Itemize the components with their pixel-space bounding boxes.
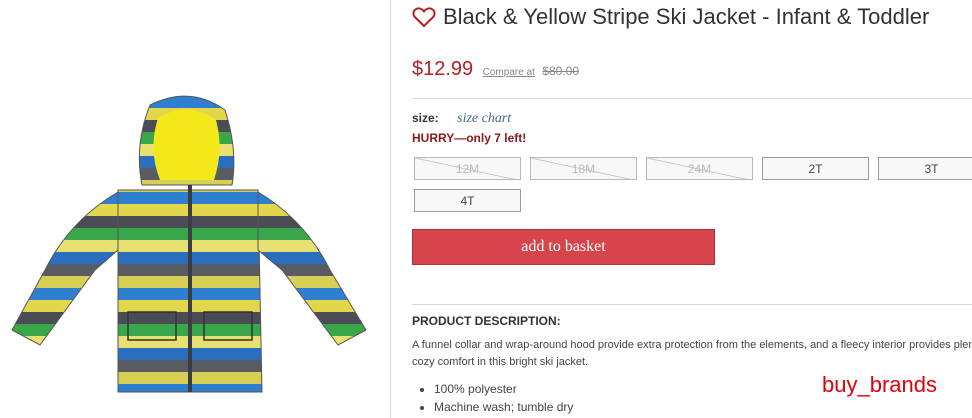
size-option-label: 4T bbox=[460, 193, 475, 208]
size-chart-link[interactable]: size chart bbox=[457, 111, 511, 126]
size-option-2t[interactable]: 2T bbox=[762, 157, 869, 180]
compare-at-price: $80.00 bbox=[542, 64, 580, 78]
size-option-label: 3T bbox=[924, 161, 939, 176]
description-text: A funnel collar and wrap-around hood pro… bbox=[412, 339, 972, 368]
size-option-label: 12M bbox=[455, 161, 480, 176]
title-row: Black & Yellow Stripe Ski Jacket - Infan… bbox=[412, 4, 929, 30]
divider bbox=[412, 304, 972, 305]
product-image[interactable] bbox=[0, 0, 390, 418]
heart-outline-icon[interactable] bbox=[412, 6, 436, 28]
description-heading: PRODUCT DESCRIPTION: bbox=[412, 314, 561, 328]
description-bullet: 100% polyester bbox=[434, 380, 573, 398]
stock-warning: HURRY—only 7 left! bbox=[412, 131, 527, 145]
size-option-4t[interactable]: 4T bbox=[414, 189, 521, 212]
size-row: size: size chart bbox=[412, 109, 511, 127]
size-option-label: 18M bbox=[571, 161, 596, 176]
product-image-panel bbox=[0, 0, 391, 418]
size-option-12m[interactable]: 12M bbox=[414, 157, 521, 180]
size-option-label: 24M bbox=[687, 161, 712, 176]
size-option-3t[interactable]: 3T bbox=[878, 157, 972, 180]
size-option-label: 2T bbox=[808, 161, 823, 176]
panel-divider bbox=[390, 0, 391, 418]
description-bullets: 100% polyesterMachine wash; tumble dry bbox=[434, 380, 573, 416]
divider bbox=[412, 98, 972, 99]
price-row: $12.99 Compare at $80.00 bbox=[412, 58, 579, 81]
size-label: size: bbox=[412, 111, 439, 125]
add-to-basket-button[interactable]: add to basket bbox=[412, 229, 715, 265]
watermark: buy_brands bbox=[822, 372, 937, 397]
product-info: Black & Yellow Stripe Ski Jacket - Infan… bbox=[412, 0, 972, 418]
sale-price: $12.99 bbox=[412, 58, 474, 80]
product-title: Black & Yellow Stripe Ski Jacket - Infan… bbox=[443, 4, 930, 29]
compare-at-label: Compare at bbox=[482, 67, 535, 78]
size-option-24m[interactable]: 24M bbox=[646, 157, 753, 180]
size-option-18m[interactable]: 18M bbox=[530, 157, 637, 180]
description-bullet: Machine wash; tumble dry bbox=[434, 398, 573, 416]
